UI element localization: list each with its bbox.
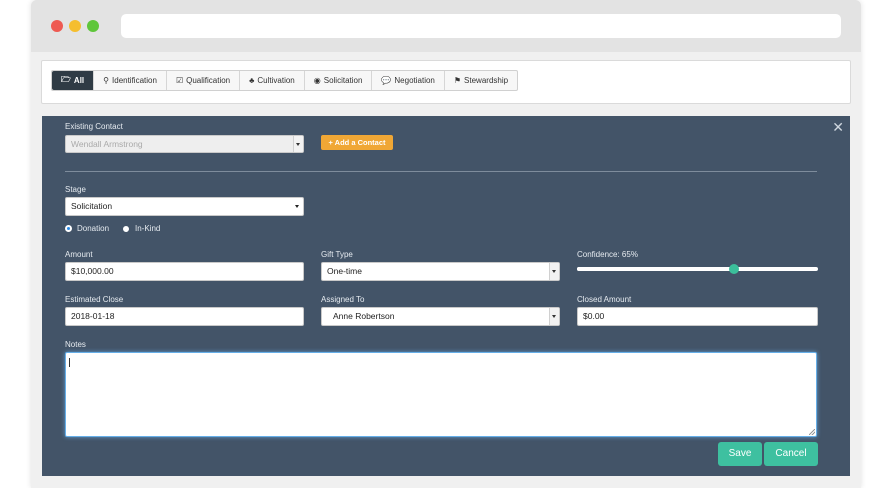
closed-amount-value: $0.00: [583, 311, 605, 321]
tab-label: Negotiation: [394, 76, 435, 85]
maximize-window-button[interactable]: [87, 20, 99, 32]
comments-icon: 💬: [381, 76, 392, 85]
tab-label: Identification: [112, 76, 157, 85]
amount-label: Amount: [65, 250, 93, 259]
search-icon: ⚲: [103, 76, 110, 85]
tab-all[interactable]: 🗁 All: [52, 71, 95, 90]
tab-identification[interactable]: ⚲ Identification: [94, 71, 167, 90]
page-content: 🗁 All ⚲ Identification ☑ Qualification ♣ Cultiv…: [31, 52, 861, 488]
tab-label: Solicitation: [323, 76, 363, 85]
browser-titlebar: [31, 0, 861, 52]
confidence-slider[interactable]: [577, 264, 818, 274]
browser-window: 🗁 All ⚲ Identification ☑ Qualification ♣ Cultiv…: [31, 0, 861, 488]
opportunity-form: ✕ Existing Contact Wendall Armstrong + A…: [42, 116, 850, 476]
folder-open-icon: 🗁: [61, 74, 71, 84]
in-kind-radio[interactable]: [123, 226, 129, 232]
tab-stewardship[interactable]: ⚑ Stewardship: [445, 71, 517, 90]
in-kind-radio-label: In-Kind: [135, 224, 161, 233]
stage-tabs: 🗁 All ⚲ Identification ☑ Qualification ♣ Cultiv…: [51, 70, 519, 91]
estimated-close-label: Estimated Close: [65, 295, 124, 304]
gift-type-select[interactable]: One-time: [321, 262, 560, 281]
text-cursor: [69, 358, 70, 367]
closed-amount-label: Closed Amount: [577, 295, 632, 304]
assigned-to-label: Assigned To: [321, 295, 365, 304]
assigned-to-select[interactable]: Anne Robertson: [321, 307, 560, 326]
tab-label: Stewardship: [464, 76, 509, 85]
tree-icon: ♣: [249, 76, 255, 85]
resize-handle-icon[interactable]: [809, 429, 815, 435]
bullseye-icon: ◉: [313, 76, 321, 85]
amount-input[interactable]: $10,000.00: [65, 262, 304, 281]
notes-label: Notes: [65, 340, 86, 349]
confidence-label: Confidence: 65%: [577, 250, 638, 259]
close-icon[interactable]: ✕: [832, 119, 844, 136]
add-contact-button[interactable]: + Add a Contact: [321, 135, 393, 150]
stage-select[interactable]: Solicitation: [65, 197, 304, 216]
chevron-down-icon: [293, 136, 303, 152]
cancel-button[interactable]: Cancel: [764, 442, 818, 466]
notes-textarea[interactable]: [65, 352, 817, 437]
stage-value: Solicitation: [71, 201, 113, 211]
minimize-window-button[interactable]: [69, 20, 81, 32]
save-button[interactable]: Save: [718, 442, 762, 466]
confidence-slider-handle[interactable]: [728, 264, 739, 274]
flag-icon: ⚑: [453, 76, 462, 85]
confidence-slider-fill: [577, 267, 734, 271]
stage-filter-panel: 🗁 All ⚲ Identification ☑ Qualification ♣ Cultiv…: [41, 60, 851, 104]
amount-value: $10,000.00: [71, 266, 114, 276]
tab-negotiation[interactable]: 💬 Negotiation: [372, 71, 445, 90]
assigned-to-value: Anne Robertson: [333, 311, 395, 321]
check-square-icon: ☑: [175, 76, 184, 85]
chevron-down-icon: [295, 205, 299, 208]
tab-label: Qualification: [186, 76, 231, 85]
estimated-close-input[interactable]: 2018-01-18: [65, 307, 304, 326]
gift-type-value: One-time: [327, 266, 362, 276]
donation-radio-label: Donation: [77, 224, 110, 233]
gift-type-label: Gift Type: [321, 250, 353, 259]
close-window-button[interactable]: [51, 20, 63, 32]
chevron-down-icon: [549, 308, 559, 325]
section-divider: [65, 171, 817, 172]
tab-label: All: [73, 76, 85, 85]
stage-label: Stage: [65, 185, 86, 194]
closed-amount-input[interactable]: $0.00: [577, 307, 818, 326]
tab-solicitation[interactable]: ◉ Solicitation: [305, 71, 373, 90]
address-bar[interactable]: [121, 14, 841, 38]
tab-qualification[interactable]: ☑ Qualification: [167, 71, 241, 90]
tab-cultivation[interactable]: ♣ Cultivation: [240, 71, 305, 90]
tab-label: Cultivation: [257, 76, 295, 85]
existing-contact-value: Wendall Armstrong: [71, 139, 143, 149]
chevron-down-icon: [549, 263, 559, 280]
existing-contact-label: Existing Contact: [65, 122, 123, 131]
existing-contact-select[interactable]: Wendall Armstrong: [65, 135, 304, 153]
donation-radio[interactable]: [65, 225, 72, 232]
estimated-close-value: 2018-01-18: [71, 311, 115, 321]
